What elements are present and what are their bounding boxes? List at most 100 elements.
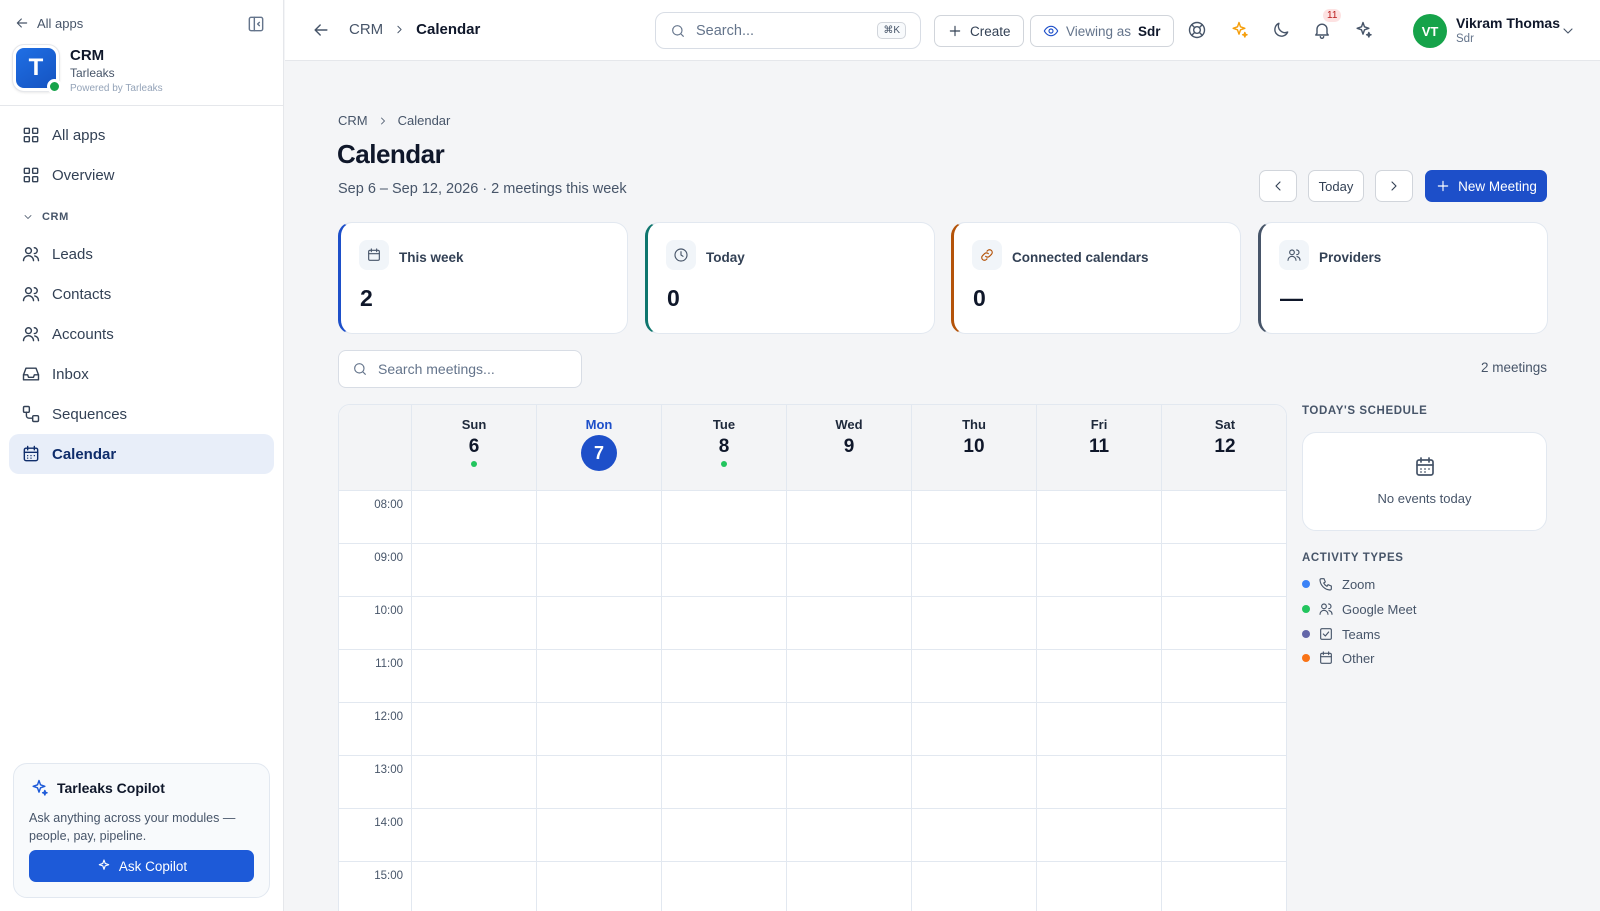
user-name[interactable]: Vikram Thomas [1456,15,1560,31]
arrow-left-icon [311,20,331,40]
sidebar-item-label: Sequences [52,405,128,423]
ai-features-button[interactable] [1229,20,1249,40]
sidebar-item-label: All apps [52,126,106,144]
sidebar-item-calendar[interactable]: Calendar [9,434,274,474]
hour-row[interactable]: 13:00 [339,756,1286,809]
day-name: Thu [962,417,986,432]
sparkle-icon [1353,20,1373,40]
hour-row[interactable]: 14:00 [339,809,1286,862]
sidebar-item-accounts[interactable]: Accounts [9,314,274,354]
hour-row[interactable]: 08:00 [339,491,1286,544]
stat-value: 0 [667,285,680,311]
stat-card-providers: Providers — [1258,222,1548,334]
day-header-sun[interactable]: Sun 6 [411,405,536,490]
day-header-thu[interactable]: Thu 10 [911,405,1036,490]
calendar-header: Sun 6 Mon 7 Tue 8 Wed 9 Thu 10 Fri 11 Sa… [339,405,1286,491]
users-icon [21,284,41,304]
event-indicator-dot [471,461,477,467]
back-button[interactable] [311,20,331,40]
grid-line [786,491,787,911]
stat-label: This week [399,250,464,265]
day-header-fri[interactable]: Fri 11 [1036,405,1161,490]
chevron-right-icon [377,115,389,127]
sidebar: All apps T CRM Tarleaks Powered by Tarle… [0,0,284,911]
notifications-button[interactable] [1312,20,1332,40]
activity-type-google-meet: Google Meet [1302,601,1416,617]
page-title: Calendar [337,139,445,169]
section-label: CRM [42,211,69,223]
hour-row[interactable]: 10:00 [339,597,1286,650]
day-header-mon[interactable]: Mon 7 [536,405,661,490]
calendar-icon [1318,650,1334,666]
bell-icon [1312,20,1332,40]
grid-icon [21,125,41,145]
activity-type-label: Other [1342,650,1375,666]
users-icon [21,244,41,264]
sidebar-item-all-apps[interactable]: All apps [9,115,274,155]
ask-copilot-label: Ask Copilot [118,858,188,874]
breadcrumb-crm[interactable]: CRM [349,21,383,38]
day-header-sat[interactable]: Sat 12 [1161,405,1286,490]
hour-label: 10:00 [374,605,403,617]
hour-row[interactable]: 15:00 [339,862,1286,911]
chevron-down-icon [1560,23,1576,39]
viewing-as-button[interactable]: Viewing as Sdr [1030,15,1174,47]
previous-week-button[interactable] [1259,170,1297,202]
calendar-icon [1413,455,1437,479]
avatar[interactable]: VT [1413,14,1447,48]
day-header-wed[interactable]: Wed 9 [786,405,911,490]
user-role: Sdr [1456,33,1474,45]
activity-type-zoom: Zoom [1302,576,1375,592]
day-header-tue[interactable]: Tue 8 [661,405,786,490]
sidebar-item-label: Contacts [52,285,112,303]
sidebar-item-overview[interactable]: Overview [9,155,274,195]
help-button[interactable] [1187,20,1207,40]
brand-name: CRM [70,47,105,64]
hour-row[interactable]: 11:00 [339,650,1286,703]
ask-copilot-button[interactable]: Ask Copilot [29,850,254,882]
sidebar-item-inbox[interactable]: Inbox [9,354,274,394]
sidebar-item-contacts[interactable]: Contacts [9,274,274,314]
copilot-button[interactable] [1353,20,1373,40]
today-day-number: 7 [581,435,617,471]
new-meeting-button[interactable]: New Meeting [1425,170,1547,202]
next-week-button[interactable] [1375,170,1413,202]
hour-row[interactable]: 09:00 [339,544,1286,597]
activity-type-label: Teams [1342,626,1381,642]
event-indicator-dot [721,461,727,467]
sidebar-item-leads[interactable]: Leads [9,234,274,274]
day-name: Sun [461,417,487,432]
brand-logo: T [12,44,62,94]
users-icon [1279,240,1309,270]
day-name: Fri [1090,417,1108,432]
activity-type-label: Zoom [1342,576,1376,592]
day-number: 11 [1088,436,1110,457]
hour-label: 09:00 [374,552,403,564]
activity-type-label: Google Meet [1342,601,1417,617]
sequence-icon [21,404,41,424]
day-name: Mon [585,417,613,432]
create-button[interactable]: Create [934,15,1024,47]
day-number: 10 [963,436,985,457]
sidebar-item-sequences[interactable]: Sequences [9,394,274,434]
today-button[interactable]: Today [1308,170,1364,202]
week-calendar: Sun 6 Mon 7 Tue 8 Wed 9 Thu 10 Fri 11 Sa… [338,404,1287,911]
sidebar-section-crm[interactable]: CRM [22,211,69,223]
all-apps-link[interactable]: All apps [14,15,83,31]
hour-row[interactable]: 12:00 [339,703,1286,756]
moon-icon [1271,20,1291,40]
hour-label: 14:00 [374,817,403,829]
global-search-input[interactable]: Search... ⌘K [655,12,921,49]
user-menu-chevron[interactable] [1560,23,1576,39]
sparkle-icon [1229,20,1249,40]
search-meetings-input[interactable]: Search meetings... [338,350,582,388]
breadcrumb-crm[interactable]: CRM [338,113,368,128]
sidebar-item-label: Inbox [52,365,89,383]
collapse-sidebar-button[interactable] [246,14,266,34]
plus-icon [947,23,963,39]
top-bar: CRM Calendar Search... ⌘K Create Viewing… [285,0,1600,61]
notification-count-badge: 11 [1323,9,1342,22]
theme-toggle-button[interactable] [1271,20,1291,40]
breadcrumb-current: Calendar [397,113,451,128]
calendar-icon [359,240,389,270]
